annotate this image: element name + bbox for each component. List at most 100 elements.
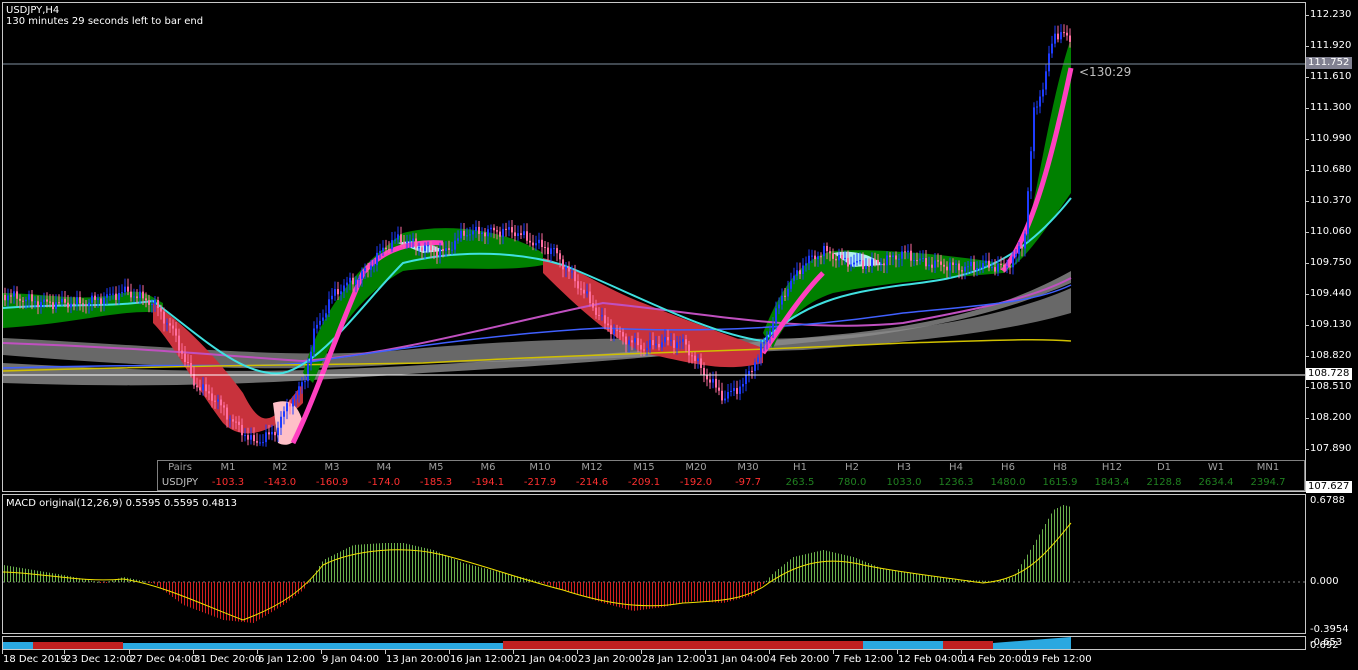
candle-body	[337, 289, 339, 295]
macd-histogram-bar	[895, 570, 896, 582]
candle-body	[214, 400, 216, 402]
candle-body	[748, 370, 750, 375]
table-cell: -97.7	[735, 477, 761, 488]
candle-body	[919, 258, 921, 261]
table-header-cell: W1	[1207, 462, 1225, 473]
candle-body	[469, 234, 471, 236]
macd-histogram-bar	[607, 582, 608, 605]
bottom-indicator-pane[interactable]	[2, 636, 1306, 650]
candle-body	[553, 248, 555, 250]
macd-histogram-bar	[109, 581, 110, 583]
table-header-cell: M20	[685, 462, 707, 473]
macd-histogram-bar	[667, 582, 668, 607]
candle-body	[1063, 32, 1065, 34]
price-scale-tick	[1305, 263, 1309, 264]
macd-histogram-bar	[394, 543, 395, 582]
candle-body	[985, 260, 987, 263]
macd-histogram-bar	[550, 582, 551, 586]
macd-histogram-bar	[70, 576, 71, 582]
macd-histogram-bar	[889, 569, 890, 582]
candle-body	[19, 298, 21, 301]
candle-body	[346, 282, 348, 286]
candle-body	[7, 295, 9, 301]
candle-body	[58, 302, 60, 304]
macd-histogram-bar	[61, 574, 62, 582]
candle-body	[610, 325, 612, 335]
macd-histogram-bar	[985, 580, 986, 582]
candle-body	[76, 297, 78, 305]
macd-histogram-bar	[166, 582, 167, 593]
candle-body	[367, 267, 369, 270]
candle-body	[472, 231, 474, 235]
candle-body	[607, 323, 609, 326]
candle-body	[862, 260, 864, 269]
candle-body	[1048, 53, 1050, 72]
macd-histogram-bar	[205, 582, 206, 614]
candle-body	[289, 403, 291, 407]
candle-body	[646, 348, 648, 350]
macd-histogram-bar	[400, 543, 401, 582]
candle-body	[619, 330, 621, 333]
macd-histogram-bar	[484, 568, 485, 582]
main-chart-pane[interactable]: USDJPY,H4 130 minutes 29 seconds left to…	[2, 2, 1306, 492]
candle-body	[691, 355, 693, 357]
candle-body	[835, 258, 837, 261]
candle-body	[508, 227, 510, 230]
macd-histogram-bar	[154, 582, 155, 584]
candle-body	[970, 261, 972, 267]
macd-histogram-bar	[100, 582, 101, 583]
macd-pane[interactable]: MACD original(12,26,9) 0.5595 0.5595 0.4…	[2, 494, 1306, 634]
macd-histogram-bar	[424, 547, 425, 582]
time-axis-tick	[321, 650, 322, 654]
bottom-bar-red-2	[503, 641, 863, 649]
bottom-bar-blue-3	[863, 641, 943, 649]
macd-histogram-bar	[253, 582, 254, 623]
candle-body	[406, 241, 408, 243]
candle-body	[817, 256, 819, 260]
macd-histogram-bar	[490, 569, 491, 582]
macd-histogram-bar	[16, 567, 17, 582]
candle-body	[838, 254, 840, 261]
candle-body	[136, 296, 138, 299]
candle-body	[352, 277, 354, 285]
price-scale-tick	[1305, 15, 1309, 16]
macd-histogram-bar	[55, 573, 56, 582]
price-scale-tick	[1305, 449, 1309, 450]
candle-body	[175, 328, 177, 336]
macd-histogram-bar	[436, 551, 437, 582]
candle-body	[478, 226, 480, 234]
candle-body	[373, 265, 375, 267]
candle-body	[907, 250, 909, 253]
candle-body	[895, 255, 897, 260]
candle-body	[52, 302, 54, 309]
macd-histogram-bar	[472, 565, 473, 582]
macd-histogram-bar	[91, 580, 92, 582]
candle-body	[874, 259, 876, 261]
macd-histogram-bar	[649, 582, 650, 609]
table-header-cell: D1	[1156, 462, 1172, 473]
macd-histogram-bar	[58, 574, 59, 582]
macd-histogram-bar	[571, 582, 572, 593]
candle-body	[43, 299, 45, 302]
price-scale-label: 111.920	[1310, 40, 1352, 51]
candle-body	[505, 228, 507, 230]
candle-body	[976, 267, 978, 270]
price-scale-tick	[1305, 387, 1309, 388]
macd-histogram-bar	[1060, 506, 1061, 582]
time-axis-tick	[2, 650, 3, 654]
macd-histogram-bar	[808, 553, 809, 582]
currency-strength-table: Pairs M1 M2 M3 M4 M5 M6 M10 M12 M15 M20 M30 H1 H2 H3 H4…	[157, 460, 1305, 491]
candle-body	[493, 227, 495, 231]
time-axis-tick	[449, 650, 450, 654]
macd-histogram-bar	[334, 554, 335, 582]
candle-body	[199, 387, 201, 391]
macd-histogram-bar	[418, 546, 419, 582]
candle-body	[127, 286, 129, 292]
candle-body	[178, 335, 180, 351]
macd-histogram-bar	[220, 582, 221, 619]
candle-body	[61, 298, 63, 303]
candle-body	[151, 303, 153, 305]
table-cell: 1236.3	[938, 477, 974, 488]
candle-body	[424, 245, 426, 251]
candle-body	[376, 252, 378, 266]
